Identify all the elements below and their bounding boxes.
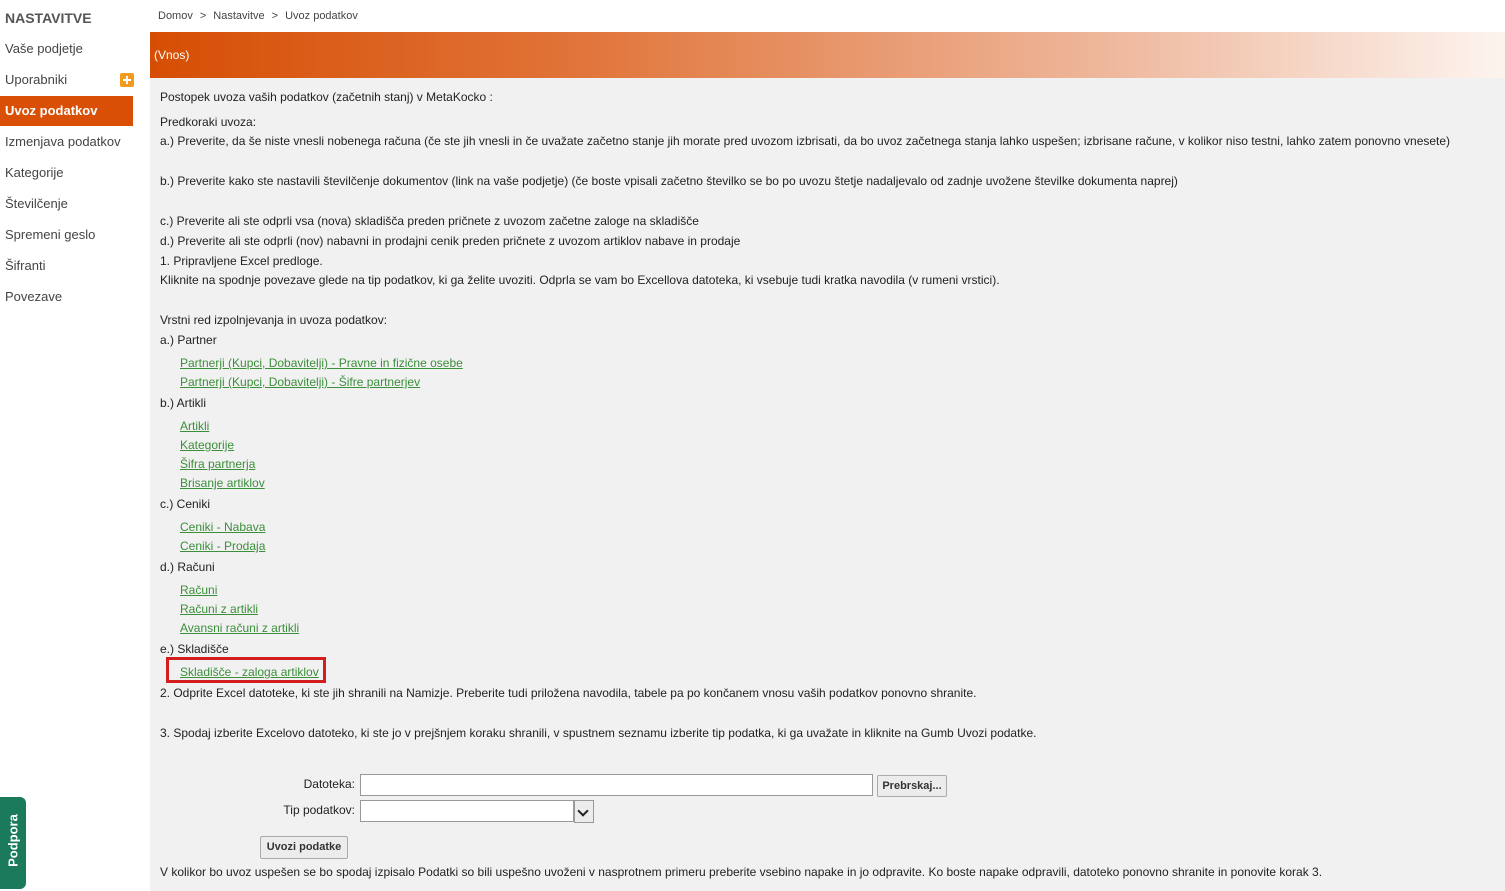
pre-step-d: d.) Preverite ali ste odprli (nov) nabav… xyxy=(160,234,741,248)
section-title: (Vnos) xyxy=(154,48,190,62)
breadcrumb-separator: > xyxy=(271,10,279,22)
pre-step-b: b.) Preverite kako ste nastavili številč… xyxy=(160,174,1178,188)
template-link[interactable]: Računi xyxy=(180,583,217,597)
chevron-down-icon[interactable] xyxy=(574,800,594,823)
template-link[interactable]: Računi z artikli xyxy=(180,602,258,616)
template-link[interactable]: Kategorije xyxy=(180,438,234,452)
import-button[interactable]: Uvozi podatke xyxy=(260,836,348,859)
template-link-skladisce-zaloga[interactable]: Skladišče - zaloga artiklov xyxy=(180,665,319,679)
step-2-text: 2. Odprite Excel datoteke, ki ste jih sh… xyxy=(160,686,977,700)
group-artikli: b.) Artikli xyxy=(160,396,207,410)
add-user-icon[interactable] xyxy=(120,73,134,87)
file-label: Datoteka: xyxy=(303,777,355,791)
breadcrumb-settings[interactable]: Nastavitve xyxy=(213,10,264,22)
sidebar-item-povezave[interactable]: Povezave xyxy=(0,282,133,312)
intro-text: Postopek uvoza vaših podatkov (začetnih … xyxy=(160,90,493,104)
order-title: Vrstni red izpolnjevanja in uvoza podatk… xyxy=(160,313,388,327)
group-skladisce: e.) Skladišče xyxy=(160,642,229,656)
template-link[interactable]: Avansni računi z artikli xyxy=(180,621,299,635)
template-link[interactable]: Ceniki - Nabava xyxy=(180,520,265,534)
sidebar-item-vase-podjetje[interactable]: Vaše podjetje xyxy=(0,34,133,64)
sidebar-item-spremeni-geslo[interactable]: Spremeni geslo xyxy=(0,220,133,250)
type-label: Tip podatkov: xyxy=(283,803,355,817)
group-ceniki: c.) Ceniki xyxy=(160,497,211,511)
breadcrumb: Domov > Nastavitve > Uvoz podatkov xyxy=(158,10,358,22)
step-1-title: 1. Pripravljene Excel predloge. xyxy=(160,254,323,268)
section-header: (Vnos) xyxy=(150,32,1505,78)
sidebar-title: NASTAVITVE xyxy=(5,10,92,26)
sidebar-item-sifranti[interactable]: Šifranti xyxy=(0,251,133,281)
browse-button[interactable]: Prebrskaj... xyxy=(877,775,947,797)
breadcrumb-home[interactable]: Domov xyxy=(158,10,193,22)
breadcrumb-separator: > xyxy=(199,10,207,22)
sidebar-item-uporabniki[interactable]: Uporabniki xyxy=(0,65,133,95)
template-link[interactable]: Šifra partnerja xyxy=(180,457,255,471)
step-3-text: 3. Spodaj izberite Excelovo datoteko, ki… xyxy=(160,726,1037,740)
support-label: Podpora xyxy=(5,814,21,867)
sidebar-item-uvoz-podatkov[interactable]: Uvoz podatkov xyxy=(0,96,133,126)
template-link[interactable]: Partnerji (Kupci, Dobavitelji) - Šifre p… xyxy=(180,375,420,389)
support-tab[interactable]: Podpora xyxy=(0,797,26,889)
template-link[interactable]: Partnerji (Kupci, Dobavitelji) - Pravne … xyxy=(180,356,463,370)
breadcrumb-current: Uvoz podatkov xyxy=(285,10,358,22)
group-racuni: d.) Računi xyxy=(160,560,215,574)
pre-step-c: c.) Preverite ali ste odprli vsa (nova) … xyxy=(160,214,699,228)
template-link[interactable]: Ceniki - Prodaja xyxy=(180,539,265,553)
file-input[interactable] xyxy=(360,774,873,796)
footer-note: V kolikor bo uvoz uspešen se bo spodaj i… xyxy=(160,865,1323,879)
pre-step-a: a.) Preverite, da še niste vnesli nobene… xyxy=(160,134,1451,148)
template-link[interactable]: Artikli xyxy=(180,419,209,433)
sidebar: NASTAVITVE Vaše podjetje Uporabniki Uvoz… xyxy=(0,0,150,891)
sidebar-item-izmenjava-podatkov[interactable]: Izmenjava podatkov xyxy=(0,127,133,157)
sidebar-item-kategorije[interactable]: Kategorije xyxy=(0,158,133,188)
data-type-select[interactable] xyxy=(360,800,574,822)
sidebar-item-stevilcenje[interactable]: Številčenje xyxy=(0,189,133,219)
template-link[interactable]: Brisanje artiklov xyxy=(180,476,265,490)
main-content: Postopek uvoza vaših podatkov (začetnih … xyxy=(150,78,1505,891)
step-1-description: Kliknite na spodnje povezave glede na ti… xyxy=(160,273,1000,287)
pre-steps-title: Predkoraki uvoza: xyxy=(160,115,257,129)
group-partner: a.) Partner xyxy=(160,333,217,347)
